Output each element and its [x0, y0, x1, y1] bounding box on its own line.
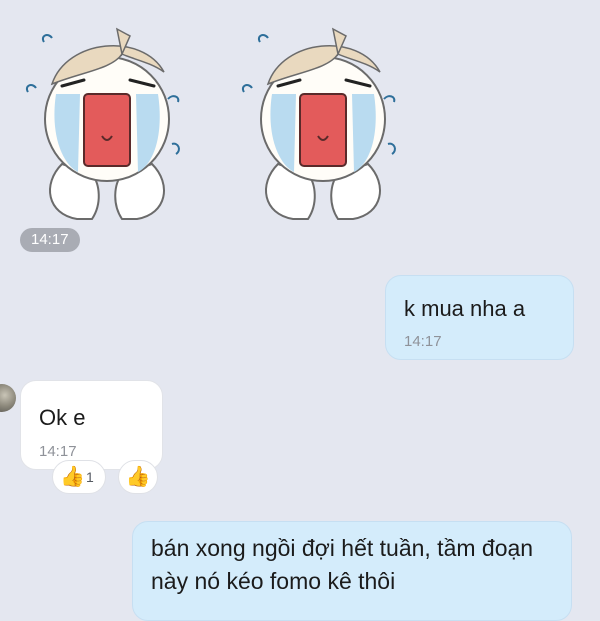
crying-face-sticker[interactable] — [22, 14, 192, 224]
crying-face-icon — [238, 14, 408, 224]
avatar[interactable] — [0, 384, 16, 412]
crying-face-icon — [22, 14, 192, 224]
incoming-message[interactable]: Ok e 14:17 — [20, 380, 163, 470]
add-reaction-button[interactable]: 👍 — [118, 460, 158, 494]
message-time: 14:17 — [39, 443, 77, 460]
message-text: Ok e — [39, 405, 86, 430]
add-reaction-thumbs-up-icon: 👍 — [125, 466, 151, 488]
sticker-timestamp: 14:17 — [20, 228, 80, 252]
thumbs-up-icon: 👍 — [60, 466, 86, 488]
reaction-thumbs-up[interactable]: 👍 1 — [52, 460, 106, 494]
outgoing-message[interactable]: bán xong ngồi đợi hết tuần, tầm đoạn này… — [132, 521, 572, 621]
message-time: 14:17 — [404, 333, 442, 350]
reaction-count: 1 — [86, 469, 94, 485]
outgoing-message[interactable]: k mua nha a 14:17 — [385, 275, 574, 360]
message-text: k mua nha a — [404, 296, 526, 321]
crying-face-sticker[interactable] — [238, 14, 408, 224]
message-text: bán xong ngồi đợi hết tuần, tầm đoạn này… — [151, 535, 534, 594]
